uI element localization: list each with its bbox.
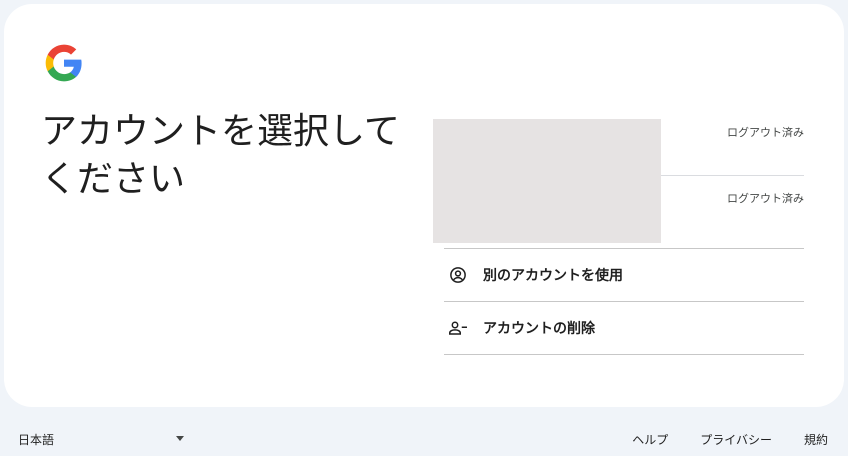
account-status: ログアウト済み (727, 126, 804, 139)
terms-link[interactable]: 規約 (804, 431, 828, 448)
redacted-account-info (433, 119, 661, 243)
person-remove-icon (448, 318, 468, 338)
remove-account-label: アカウントの削除 (483, 321, 595, 337)
footer: 日本語 ヘルプ プライバシー 規約 (0, 407, 848, 456)
account-circle-icon (448, 265, 468, 285)
remove-account-button[interactable]: アカウントの削除 (444, 302, 804, 354)
divider (444, 354, 804, 355)
language-selector[interactable]: 日本語 (18, 431, 184, 448)
language-label: 日本語 (18, 433, 55, 447)
google-logo-icon (45, 44, 82, 82)
privacy-link[interactable]: プライバシー (700, 431, 772, 448)
account-status: ログアウト済み (727, 192, 804, 205)
caret-down-icon (176, 436, 184, 441)
help-link[interactable]: ヘルプ (632, 431, 668, 448)
use-another-account-button[interactable]: 別のアカウントを使用 (444, 249, 804, 301)
footer-links: ヘルプ プライバシー 規約 (632, 431, 828, 448)
use-another-account-label: 別のアカウントを使用 (483, 268, 623, 284)
page-title: アカウントを選択してください (41, 111, 400, 200)
